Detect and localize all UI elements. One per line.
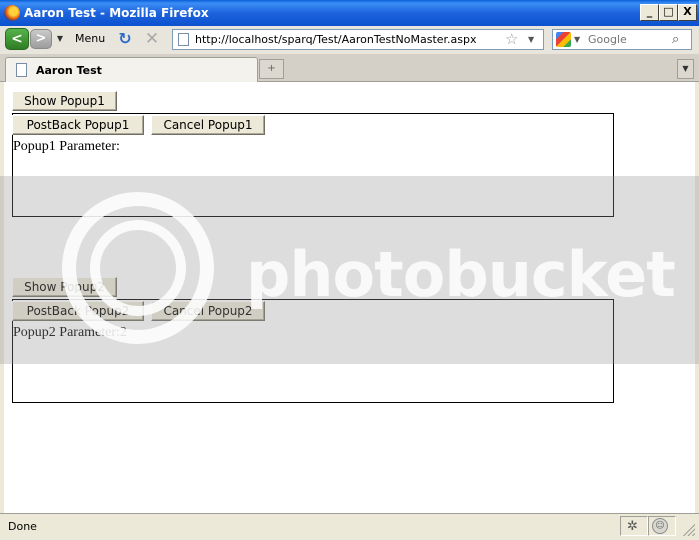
search-engine-dropdown-icon[interactable]: ▼ <box>574 30 580 49</box>
postback-popup1-button[interactable]: PostBack Popup1 <box>12 115 144 135</box>
bookmark-star-icon[interactable]: ☆ <box>505 30 518 49</box>
resize-grip-icon[interactable] <box>683 524 695 536</box>
tab-strip: Aaron Test + ▼ <box>0 54 699 82</box>
url-dropdown-icon[interactable]: ▼ <box>528 30 534 49</box>
back-button[interactable]: < <box>5 28 29 50</box>
history-dropdown-icon[interactable]: ▼ <box>54 29 66 49</box>
stop-icon[interactable]: ✕ <box>143 30 161 48</box>
url-input[interactable] <box>195 31 495 48</box>
navigation-toolbar: < > ▼ Menu ↻ ✕ ☆ ▼ ▼ ⌕ <box>0 26 699 55</box>
search-icon[interactable]: ⌕ <box>672 31 679 48</box>
show-popup1-button[interactable]: Show Popup1 <box>12 91 117 111</box>
addon-icon[interactable]: ✲ <box>627 519 638 534</box>
search-input[interactable] <box>588 31 668 48</box>
reload-icon[interactable]: ↻ <box>116 30 134 48</box>
cancel-popup1-button[interactable]: Cancel Popup1 <box>151 115 265 135</box>
window-titlebar[interactable]: Aaron Test - Mozilla Firefox _ □ X <box>0 0 699 26</box>
tab-label: Aaron Test <box>36 64 102 77</box>
forward-button[interactable]: > <box>30 29 52 49</box>
popup1-parameter-text: Popup1 Parameter: <box>13 139 120 154</box>
close-window-button[interactable]: X <box>678 4 697 21</box>
popup2-parameter-text: Popup2 Parameter:2 <box>13 325 127 340</box>
url-bar[interactable]: ☆ ▼ <box>172 29 544 50</box>
search-bar[interactable]: ▼ ⌕ <box>552 29 692 50</box>
popup1-panel: PostBack Popup1 Cancel Popup1 Popup1 Par… <box>12 113 614 217</box>
cancel-popup2-button[interactable]: Cancel Popup2 <box>151 301 265 321</box>
google-engine-icon[interactable] <box>556 32 571 47</box>
page-content: Show Popup1 PostBack Popup1 Cancel Popup… <box>4 82 695 513</box>
minimize-button[interactable]: _ <box>640 4 659 21</box>
status-text: Done <box>8 520 37 533</box>
tab-aaron-test[interactable]: Aaron Test <box>5 57 258 82</box>
tab-list-dropdown-icon[interactable]: ▼ <box>677 59 694 79</box>
page-icon <box>178 33 189 46</box>
maximize-button[interactable]: □ <box>659 4 678 21</box>
firefox-logo-icon <box>4 5 20 21</box>
page-icon <box>16 63 27 77</box>
popup2-panel: PostBack Popup2 Cancel Popup2 Popup2 Par… <box>12 299 614 403</box>
status-bar: Done ✲ ☺ <box>0 513 699 540</box>
show-popup2-button[interactable]: Show Popup2 <box>12 277 117 297</box>
new-tab-button[interactable]: + <box>259 59 284 79</box>
window-title: Aaron Test - Mozilla Firefox <box>24 6 209 20</box>
feedback-smiley-icon[interactable]: ☺ <box>652 518 668 534</box>
menu-button[interactable]: Menu <box>75 32 105 45</box>
postback-popup2-button[interactable]: PostBack Popup2 <box>12 301 144 321</box>
